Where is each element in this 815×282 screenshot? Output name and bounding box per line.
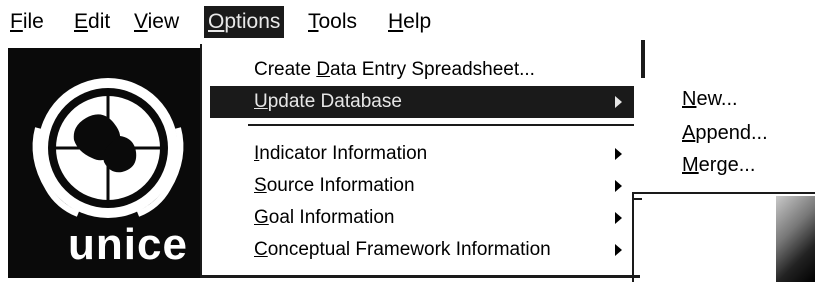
dd-item-accel: D [316, 59, 331, 80]
menu-edit-accel: E [74, 10, 89, 33]
menu-file-rest: ile [22, 10, 44, 33]
submenu-arrow-icon [615, 148, 622, 160]
submenu-arrow-icon [615, 244, 622, 256]
menu-shadow-edge [641, 40, 645, 78]
submenu-arrow-icon [615, 180, 622, 192]
dd-item-rest: ndicator Information [259, 143, 428, 164]
submenu-item-merge[interactable]: Merge... [682, 150, 755, 180]
options-dropdown-menu: Create Data Entry Spreadsheet... Update … [200, 44, 640, 278]
submenu-arrow-icon [615, 212, 622, 224]
sub-item-rest: ew... [696, 88, 738, 110]
submenu-item-new[interactable]: New... [682, 84, 738, 114]
sub-item-accel: M [682, 154, 699, 176]
menu-item-source-information[interactable]: Source Information [210, 170, 634, 202]
menu-help-rest: elp [403, 10, 432, 33]
menu-item-indicator-information[interactable]: Indicator Information [210, 138, 634, 170]
menu-file[interactable]: File [6, 6, 48, 38]
menu-view[interactable]: View [130, 6, 183, 38]
menu-edit[interactable]: Edit [70, 6, 114, 38]
dd-item-accel: U [254, 91, 268, 112]
menu-tools-accel: T [308, 10, 319, 33]
dd-item-rest: oal Information [268, 207, 395, 228]
menu-options[interactable]: Options [204, 6, 285, 38]
sub-item-accel: A [682, 122, 696, 144]
logo-text: unice [68, 220, 188, 269]
menu-tools-rest: ools [318, 10, 358, 33]
dd-item-rest: onceptual Framework Information [267, 239, 551, 260]
update-database-submenu: New... Append... Merge... [674, 84, 814, 194]
menu-item-update-database[interactable]: Update Database [210, 86, 634, 118]
submenu-item-append[interactable]: Append... [682, 118, 768, 148]
dd-item-accel: S [254, 175, 267, 196]
menu-bar: File Edit View Options Tools Help [0, 0, 815, 44]
menu-file-accel: F [10, 10, 23, 33]
dd-item-pre: Create [254, 59, 317, 80]
sub-item-accel: N [682, 88, 697, 110]
menu-item-create-data-entry[interactable]: Create Data Entry Spreadsheet... [210, 54, 634, 86]
dd-item-rest: ata Entry Spreadsheet... [330, 59, 535, 80]
dd-item-accel: C [254, 239, 268, 260]
sub-item-rest: erge... [698, 154, 756, 176]
dd-item-accel: G [254, 207, 269, 228]
menu-view-accel: V [134, 10, 148, 33]
sub-item-rest: ppend... [695, 122, 768, 144]
menu-options-accel: O [208, 10, 225, 33]
menu-help[interactable]: Help [384, 6, 435, 38]
menu-options-rest: ptions [224, 10, 281, 33]
dd-item-rest: ource Information [266, 175, 415, 196]
menu-help-accel: H [388, 10, 404, 33]
menu-edit-rest: dit [88, 10, 111, 33]
photo-thumbnail [776, 196, 815, 282]
menu-tools[interactable]: Tools [304, 6, 361, 38]
menu-view-rest: iew [147, 10, 180, 33]
menu-separator [248, 124, 634, 126]
menu-item-conceptual-framework-information[interactable]: Conceptual Framework Information [210, 234, 634, 266]
submenu-arrow-icon [615, 96, 622, 108]
dd-item-rest: pdate Database [267, 91, 402, 112]
menu-item-goal-information[interactable]: Goal Information [210, 202, 634, 234]
